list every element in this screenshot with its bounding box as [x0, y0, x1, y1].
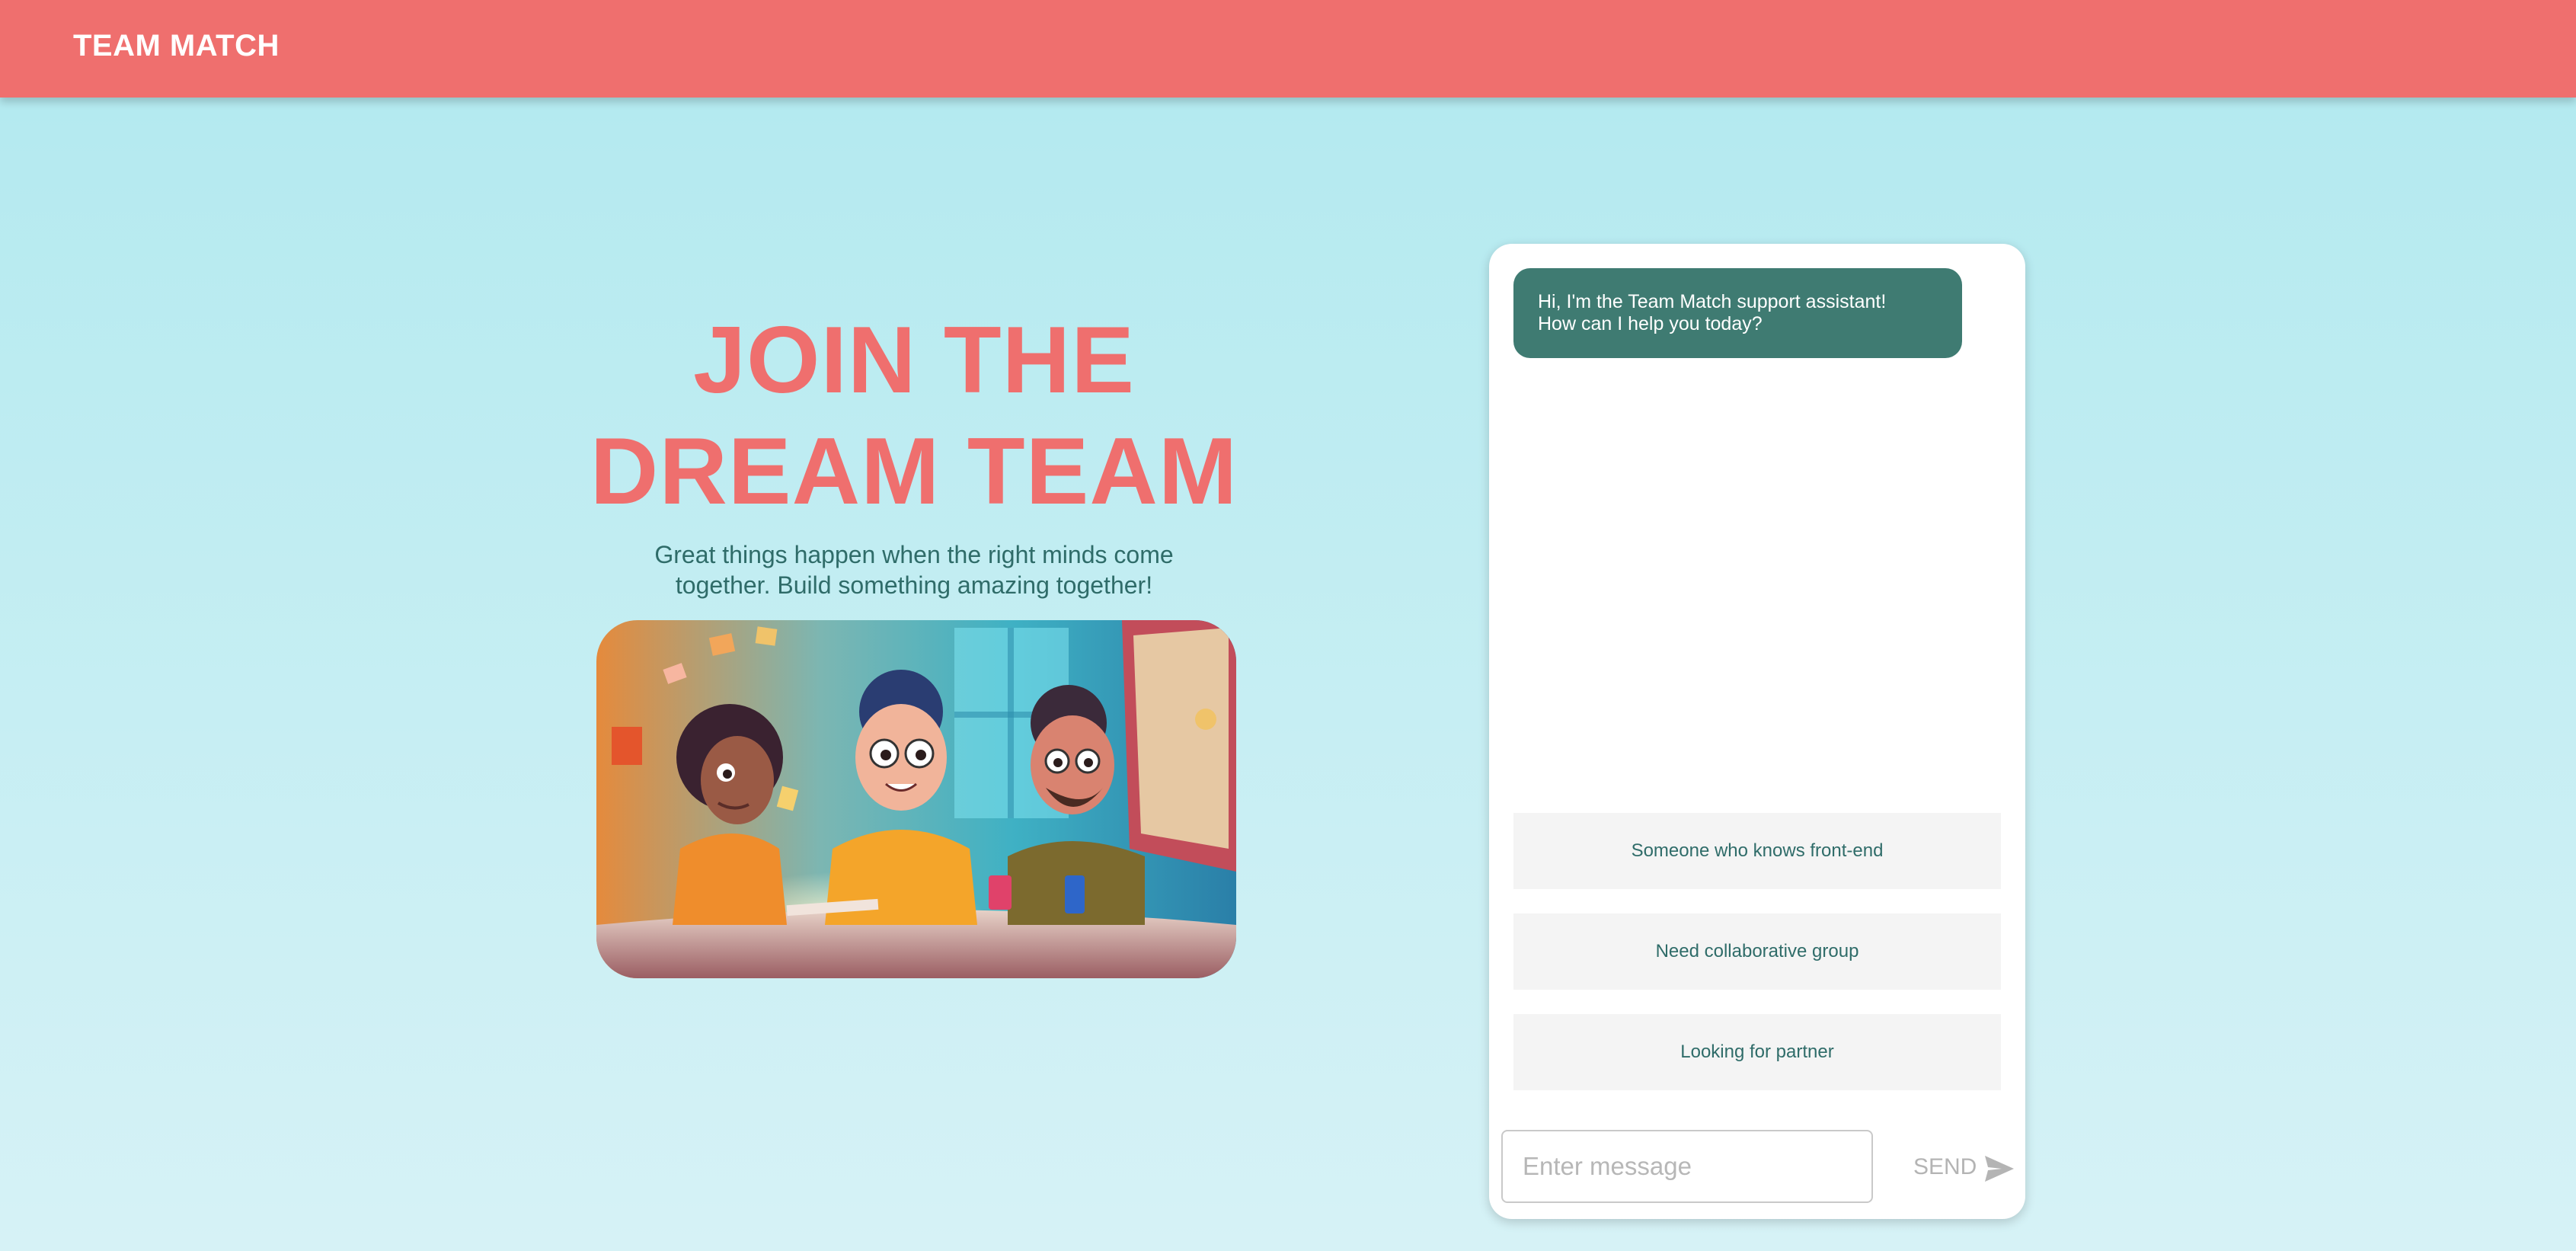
hero-title: JOIN THE DREAM TEAM [579, 305, 1249, 527]
team-illustration-image [596, 620, 1236, 978]
hero-subtitle-line-2: together. Build something amazing togeth… [675, 571, 1153, 599]
hero-section: JOIN THE DREAM TEAM Great things happen … [579, 305, 1249, 600]
quick-reply-collaborative-group[interactable]: Need collaborative group [1513, 913, 2001, 990]
assistant-message-bubble: Hi, I'm the Team Match support assistant… [1513, 268, 1962, 358]
message-input[interactable] [1501, 1130, 1873, 1203]
hero-subtitle-line-1: Great things happen when the right minds… [654, 541, 1174, 568]
brand-logo-text[interactable]: TEAM MATCH [73, 29, 280, 63]
quick-reply-looking-for-partner[interactable]: Looking for partner [1513, 1014, 2001, 1090]
top-navigation-bar: TEAM MATCH [0, 0, 2576, 98]
send-button-label: SEND [1913, 1154, 1977, 1179]
hero-title-line-1: JOIN THE [693, 308, 1135, 413]
send-icon [1985, 1156, 2014, 1182]
assistant-message-line-1: Hi, I'm the Team Match support assistant… [1538, 291, 1887, 312]
send-button[interactable]: SEND [1904, 1141, 2018, 1195]
assistant-message-line-2: How can I help you today? [1538, 313, 1763, 334]
chat-widget: Hi, I'm the Team Match support assistant… [1489, 244, 2025, 1219]
hero-title-line-2: DREAM TEAM [590, 419, 1238, 524]
hero-subtitle: Great things happen when the right minds… [625, 539, 1203, 600]
quick-reply-front-end[interactable]: Someone who knows front-end [1513, 813, 2001, 889]
